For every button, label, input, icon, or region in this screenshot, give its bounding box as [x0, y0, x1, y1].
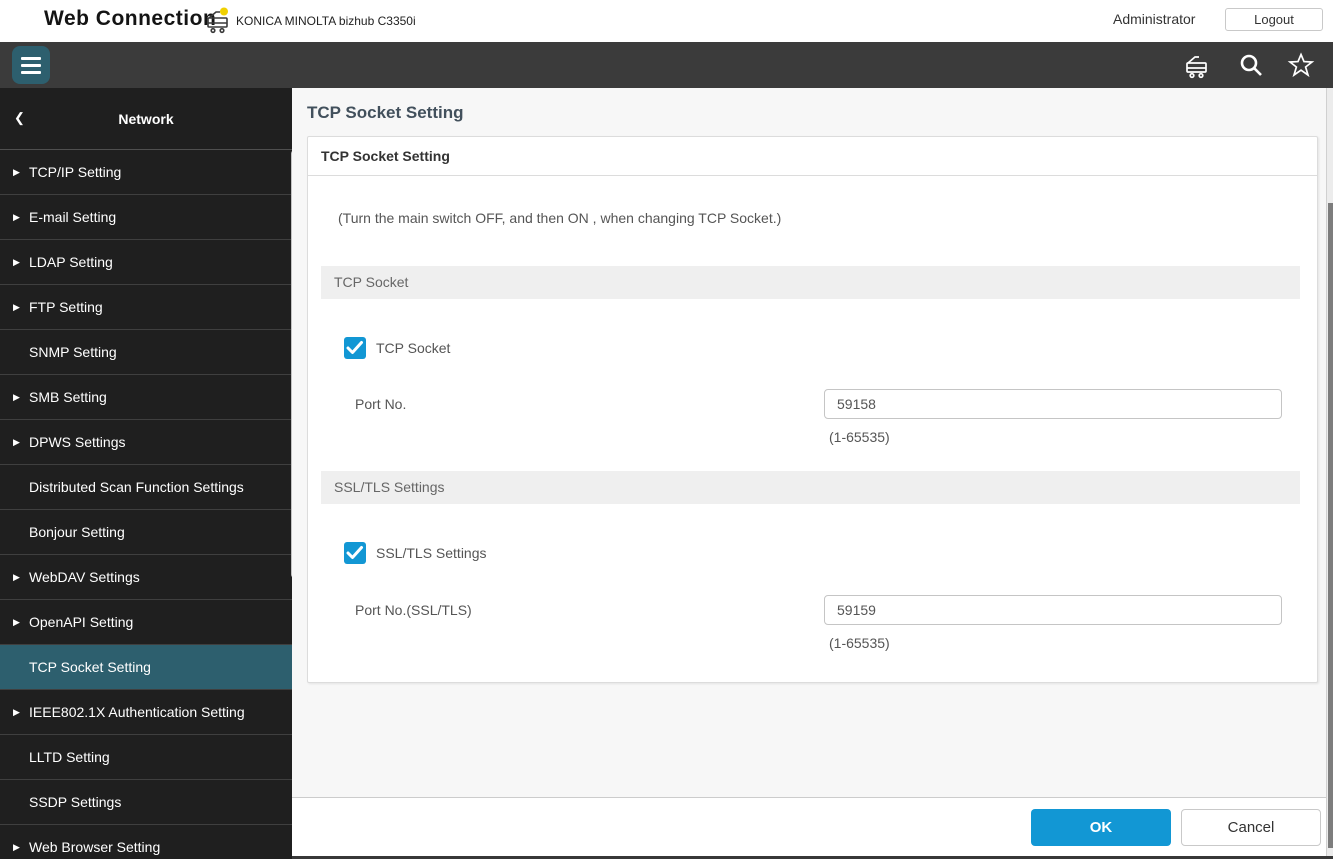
tcp-socket-setting-card: TCP Socket Setting (Turn the main switch…	[307, 136, 1318, 683]
page-scrollbar-thumb[interactable]	[1328, 203, 1333, 848]
sidebar-item-dpws-settings[interactable]: ▶ DPWS Settings	[0, 420, 292, 465]
expand-arrow-icon: ▶	[13, 257, 20, 267]
sidebar-item-label: Web Browser Setting	[29, 839, 161, 855]
expand-arrow-icon: ▶	[13, 392, 20, 402]
expand-arrow-icon: ▶	[13, 212, 20, 222]
sidebar-item-smb-setting[interactable]: ▶ SMB Setting	[0, 375, 292, 420]
sidebar-item-label: TCP Socket Setting	[29, 659, 151, 675]
ssl-tls-checkbox[interactable]	[344, 542, 366, 564]
port-no-ssl-input[interactable]	[824, 595, 1282, 625]
page-scrollbar[interactable]	[1326, 88, 1333, 859]
sidebar-item-tcp-socket-setting[interactable]: TCP Socket Setting	[0, 645, 292, 690]
tcp-socket-checkbox[interactable]	[344, 337, 366, 359]
sidebar-title: Network	[118, 111, 174, 127]
sidebar-item-label: OpenAPI Setting	[29, 614, 134, 630]
toolbar	[0, 42, 1333, 88]
switch-note: (Turn the main switch OFF, and then ON ,…	[338, 210, 782, 226]
sidebar-item-lltd-setting[interactable]: LLTD Setting	[0, 735, 292, 780]
sidebar-item-label: SSDP Settings	[29, 794, 122, 810]
sidebar-item-label: FTP Setting	[29, 299, 103, 315]
expand-arrow-icon: ▶	[13, 167, 20, 177]
sidebar-item-label: Distributed Scan Function Settings	[29, 479, 244, 495]
sidebar-item-label: DPWS Settings	[29, 434, 126, 450]
sidebar-item-label: E-mail Setting	[29, 209, 117, 225]
expand-arrow-icon: ▶	[13, 302, 20, 312]
sidebar-item-label: Bonjour Setting	[29, 524, 125, 540]
sidebar-item-web-browser-setting[interactable]: ▶ Web Browser Setting	[0, 825, 292, 859]
app-header: Web Connection KONICA MINOLTA bizhub C33…	[0, 0, 1333, 42]
sidebar-item-distributed-scan-function-settings[interactable]: Distributed Scan Function Settings	[0, 465, 292, 510]
expand-arrow-icon: ▶	[13, 437, 20, 447]
expand-arrow-icon: ▶	[13, 842, 20, 852]
sidebar-item-label: SNMP Setting	[29, 344, 117, 360]
menu-hamburger-button[interactable]	[12, 46, 50, 84]
sidebar-item-snmp-setting[interactable]: SNMP Setting	[0, 330, 292, 375]
sidebar-item-webdav-settings[interactable]: ▶ WebDAV Settings	[0, 555, 292, 600]
ok-button[interactable]: OK	[1031, 809, 1171, 846]
tcp-socket-checkbox-label: TCP Socket	[376, 340, 451, 356]
status-dot	[220, 7, 228, 16]
action-footer: OK Cancel	[292, 797, 1326, 856]
section-band-tcp-socket: TCP Socket	[321, 266, 1300, 299]
logout-button[interactable]: Logout	[1225, 8, 1323, 31]
main-content: TCP Socket Setting TCP Socket Setting (T…	[292, 88, 1326, 859]
port-range-hint: (1-65535)	[829, 429, 890, 445]
sidebar-menu: ▶ TCP/IP Setting ▶ E-mail Setting ▶ LDAP Sett…	[0, 150, 292, 859]
expand-arrow-icon: ▶	[13, 572, 20, 582]
sidebar-item-e-mail-setting[interactable]: ▶ E-mail Setting	[0, 195, 292, 240]
device-status-icon[interactable]	[1183, 51, 1211, 79]
sidebar-item-bonjour-setting[interactable]: Bonjour Setting	[0, 510, 292, 555]
sidebar-item-ftp-setting[interactable]: ▶ FTP Setting	[0, 285, 292, 330]
logged-in-user: Administrator	[1113, 11, 1196, 27]
favorite-star-icon[interactable]	[1287, 51, 1315, 79]
sidebar-item-ssdp-settings[interactable]: SSDP Settings	[0, 780, 292, 825]
sidebar-item-label: LLTD Setting	[29, 749, 110, 765]
port-no-ssl-label: Port No.(SSL/TLS)	[355, 602, 472, 618]
sidebar-item-label: SMB Setting	[29, 389, 107, 405]
card-header: TCP Socket Setting	[308, 137, 1317, 176]
sidebar-item-label: LDAP Setting	[29, 254, 113, 270]
device-copier-icon	[207, 7, 228, 34]
sidebar-network-menu: ❮ Network ▶ TCP/IP Setting ▶ E-mail Setting…	[0, 88, 292, 859]
sidebar-item-openapi-setting[interactable]: ▶ OpenAPI Setting	[0, 600, 292, 645]
expand-arrow-icon: ▶	[13, 617, 20, 627]
search-icon[interactable]	[1237, 51, 1265, 79]
ssl-tls-checkbox-label: SSL/TLS Settings	[376, 545, 487, 561]
section-band-ssl-tls: SSL/TLS Settings	[321, 471, 1300, 504]
page-title: TCP Socket Setting	[307, 103, 464, 122]
device-name: KONICA MINOLTA bizhub C3350i	[236, 14, 416, 28]
web-connection-logo: Web Connection	[44, 7, 217, 30]
sidebar-header: ❮ Network	[0, 88, 292, 150]
sidebar-item-ldap-setting[interactable]: ▶ LDAP Setting	[0, 240, 292, 285]
port-ssl-range-hint: (1-65535)	[829, 635, 890, 651]
sidebar-item-label: TCP/IP Setting	[29, 164, 122, 180]
cancel-button[interactable]: Cancel	[1181, 809, 1321, 846]
port-no-label: Port No.	[355, 396, 407, 412]
sidebar-item-label: WebDAV Settings	[29, 569, 140, 585]
port-no-input[interactable]	[824, 389, 1282, 419]
sidebar-item-ieee802-1x-authentication-setting[interactable]: ▶ IEEE802.1X Authentication Setting	[0, 690, 292, 735]
sidebar-item-tcp-ip-setting[interactable]: ▶ TCP/IP Setting	[0, 150, 292, 195]
expand-arrow-icon: ▶	[13, 707, 20, 717]
web-connection-page: Web Connection KONICA MINOLTA bizhub C33…	[0, 0, 1333, 859]
sidebar-item-label: IEEE802.1X Authentication Setting	[29, 704, 245, 720]
